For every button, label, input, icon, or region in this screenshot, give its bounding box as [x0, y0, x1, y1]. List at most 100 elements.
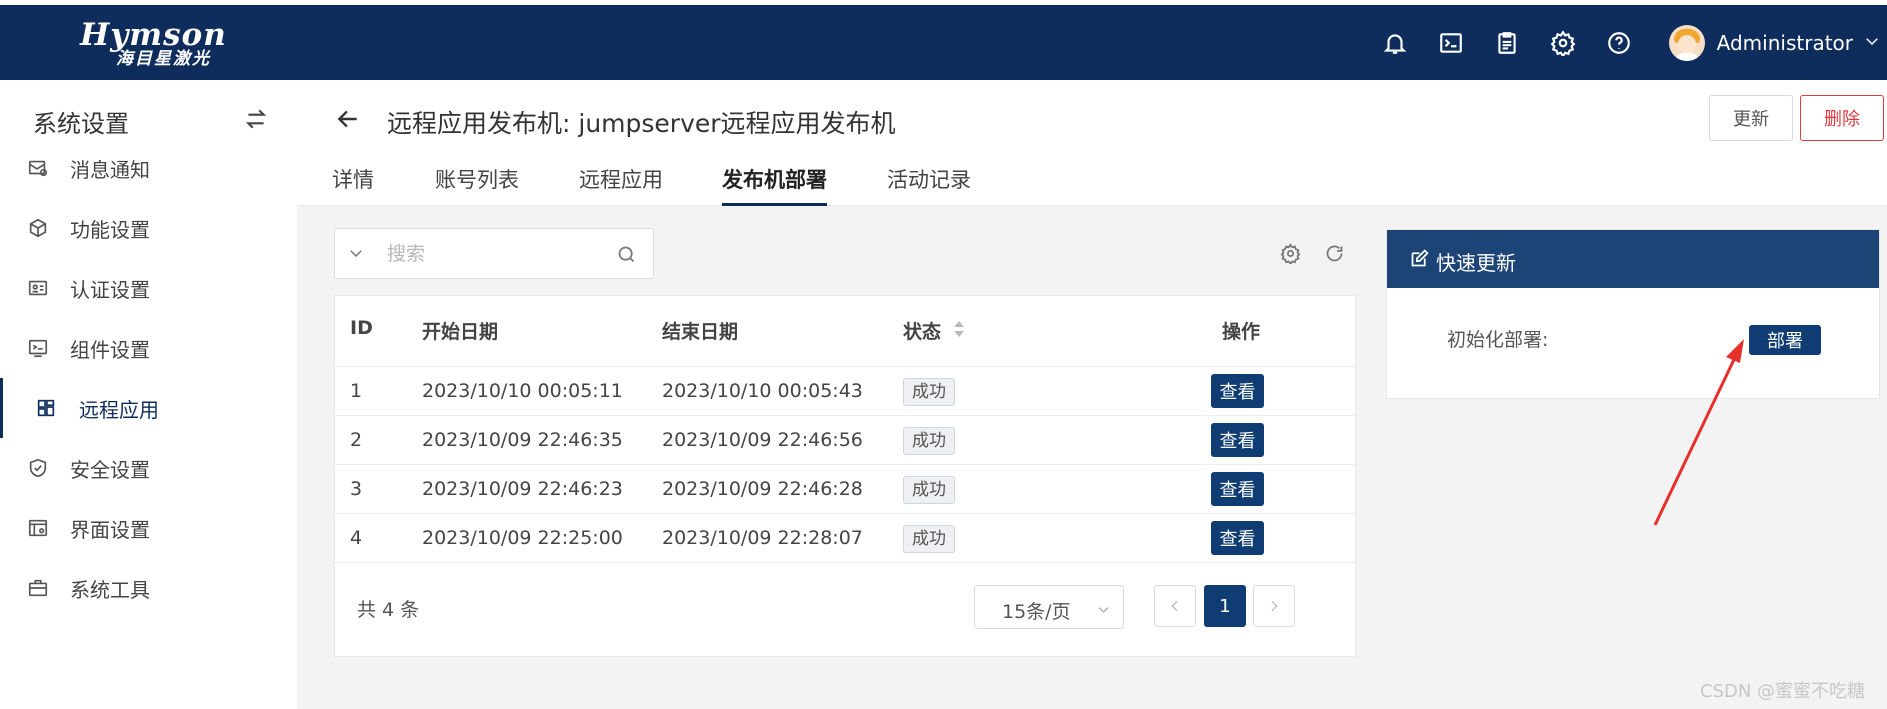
- swap-icon[interactable]: [243, 106, 269, 132]
- quick-update-title: 快速更新: [1436, 251, 1516, 275]
- sidebar-item-label: 界面设置: [70, 517, 150, 542]
- cell-end: 2023/10/09 22:28:07: [662, 527, 863, 549]
- watermark: CSDN @蜜蜜不吃糖: [1700, 681, 1866, 702]
- sidebar-item-security[interactable]: 安全设置: [0, 438, 297, 498]
- logo[interactable]: Hymson 海目星激光: [80, 17, 227, 71]
- page-number-button[interactable]: 1: [1204, 585, 1246, 627]
- bell-icon[interactable]: [1381, 29, 1409, 57]
- sidebar-item-label: 远程应用: [79, 397, 159, 422]
- tab-details[interactable]: 详情: [332, 164, 374, 206]
- cube-icon: [27, 217, 49, 239]
- cell-end: 2023/10/09 22:46:28: [662, 478, 863, 500]
- column-header-start: 开始日期: [422, 321, 499, 343]
- cell-start: 2023/10/10 00:05:11: [422, 380, 623, 402]
- search-bar: [334, 228, 654, 279]
- shield-icon: [27, 457, 49, 479]
- cell-start: 2023/10/09 22:46:35: [422, 429, 623, 451]
- cell-start: 2023/10/09 22:25:00: [422, 527, 623, 549]
- sidebar-item-auth[interactable]: 认证设置: [0, 258, 297, 318]
- terminal-icon[interactable]: [1437, 29, 1465, 57]
- cell-start: 2023/10/09 22:46:23: [422, 478, 623, 500]
- logo-subtitle: 海目星激光: [116, 49, 211, 69]
- sidebar-title: 系统设置: [33, 110, 129, 138]
- toolbox-icon: [27, 577, 49, 599]
- sidebar-item-components[interactable]: 组件设置: [0, 318, 297, 378]
- column-header-status[interactable]: 状态: [903, 317, 941, 344]
- view-button[interactable]: 查看: [1211, 423, 1264, 457]
- tab-deployment[interactable]: 发布机部署: [722, 164, 827, 206]
- clipboard-icon[interactable]: [1493, 29, 1521, 57]
- cell-id: 3: [350, 478, 363, 500]
- table-row: 1 2023/10/10 00:05:11 2023/10/10 00:05:4…: [335, 367, 1355, 416]
- tab-accounts[interactable]: 账号列表: [435, 164, 519, 206]
- sidebar-item-notifications[interactable]: 消息通知: [0, 138, 297, 198]
- sidebar-item-label: 系统工具: [70, 577, 150, 602]
- column-header-end: 结束日期: [662, 321, 739, 343]
- back-arrow-icon[interactable]: [335, 106, 361, 132]
- sidebar-item-tools[interactable]: 系统工具: [0, 558, 297, 618]
- tab-activity[interactable]: 活动记录: [887, 164, 971, 206]
- update-button[interactable]: 更新: [1709, 95, 1793, 141]
- search-input[interactable]: [387, 240, 607, 268]
- delete-button[interactable]: 删除: [1800, 95, 1884, 141]
- sort-icon[interactable]: [952, 318, 966, 340]
- sidebar-item-features[interactable]: 功能设置: [0, 198, 297, 258]
- view-button[interactable]: 查看: [1211, 374, 1264, 408]
- user-menu[interactable]: Administrator: [1668, 24, 1881, 61]
- total-count: 共 4 条: [357, 599, 420, 621]
- deploy-button[interactable]: 部署: [1749, 325, 1821, 355]
- username: Administrator: [1716, 30, 1853, 55]
- layout-icon: [27, 517, 49, 539]
- chevron-down-icon: [1096, 600, 1112, 616]
- search-icon[interactable]: [616, 244, 638, 266]
- logo-brand: Hymson: [80, 17, 227, 53]
- chevron-down-icon: [1863, 32, 1881, 54]
- table-row: 4 2023/10/09 22:25:00 2023/10/09 22:28:0…: [335, 514, 1355, 563]
- quick-update-panel: 快速更新 初始化部署: 部署: [1386, 229, 1880, 399]
- page-size-select[interactable]: 15条/页: [974, 585, 1124, 629]
- sidebar-item-label: 组件设置: [70, 337, 150, 362]
- cell-id: 2: [350, 429, 363, 451]
- sidebar-item-remote-apps[interactable]: 远程应用: [0, 378, 297, 438]
- quick-update-header: 快速更新: [1387, 230, 1879, 288]
- chevron-left-icon: [1171, 600, 1178, 612]
- chevron-right-icon: [1271, 600, 1278, 612]
- next-page-button[interactable]: [1253, 585, 1295, 627]
- help-icon[interactable]: [1605, 29, 1633, 57]
- status-badge: 成功: [903, 427, 955, 455]
- annotation-arrow: [1653, 339, 1744, 526]
- page-header: 远程应用发布机: jumpserver远程应用发布机 更新 删除 详情 账号列表…: [297, 80, 1887, 206]
- table-row: 2 2023/10/09 22:46:35 2023/10/09 22:46:5…: [335, 416, 1355, 465]
- column-header-id: ID: [350, 317, 373, 339]
- top-bar: Hymson 海目星激光 Administrator: [0, 0, 1887, 80]
- deployment-table: ID 开始日期 结束日期 状态 操作 1 2023/10/10 00:05:11…: [334, 295, 1356, 657]
- sidebar-item-label: 认证设置: [70, 277, 150, 302]
- table-row: 3 2023/10/09 22:46:23 2023/10/09 22:46:2…: [335, 465, 1355, 514]
- refresh-icon[interactable]: [1324, 243, 1346, 265]
- page-title: 远程应用发布机: jumpserver远程应用发布机: [387, 109, 896, 138]
- view-button[interactable]: 查看: [1211, 472, 1264, 506]
- settings-icon[interactable]: [1280, 243, 1302, 266]
- view-button[interactable]: 查看: [1211, 521, 1264, 555]
- terminal-icon: [27, 337, 49, 359]
- id-card-icon: [27, 277, 49, 299]
- sidebar-item-label: 消息通知: [70, 157, 150, 182]
- message-settings-icon: [27, 157, 49, 179]
- avatar: [1668, 24, 1705, 61]
- sidebar-item-label: 功能设置: [70, 217, 150, 242]
- cell-end: 2023/10/10 00:05:43: [662, 380, 863, 402]
- gear-icon[interactable]: [1549, 29, 1577, 57]
- cell-id: 1: [350, 380, 363, 402]
- sidebar-item-label: 安全设置: [70, 457, 150, 482]
- page-size-value: 15条/页: [1002, 601, 1071, 623]
- chevron-down-icon[interactable]: [347, 244, 367, 264]
- edit-icon: [1409, 248, 1431, 270]
- apps-icon: [35, 397, 57, 419]
- top-icons: Administrator: [1367, 5, 1887, 80]
- prev-page-button[interactable]: [1154, 585, 1196, 627]
- sidebar-item-interface[interactable]: 界面设置: [0, 498, 297, 558]
- status-badge: 成功: [903, 525, 955, 553]
- cell-id: 4: [350, 527, 363, 549]
- status-badge: 成功: [903, 476, 955, 504]
- tab-remote-apps[interactable]: 远程应用: [579, 164, 663, 206]
